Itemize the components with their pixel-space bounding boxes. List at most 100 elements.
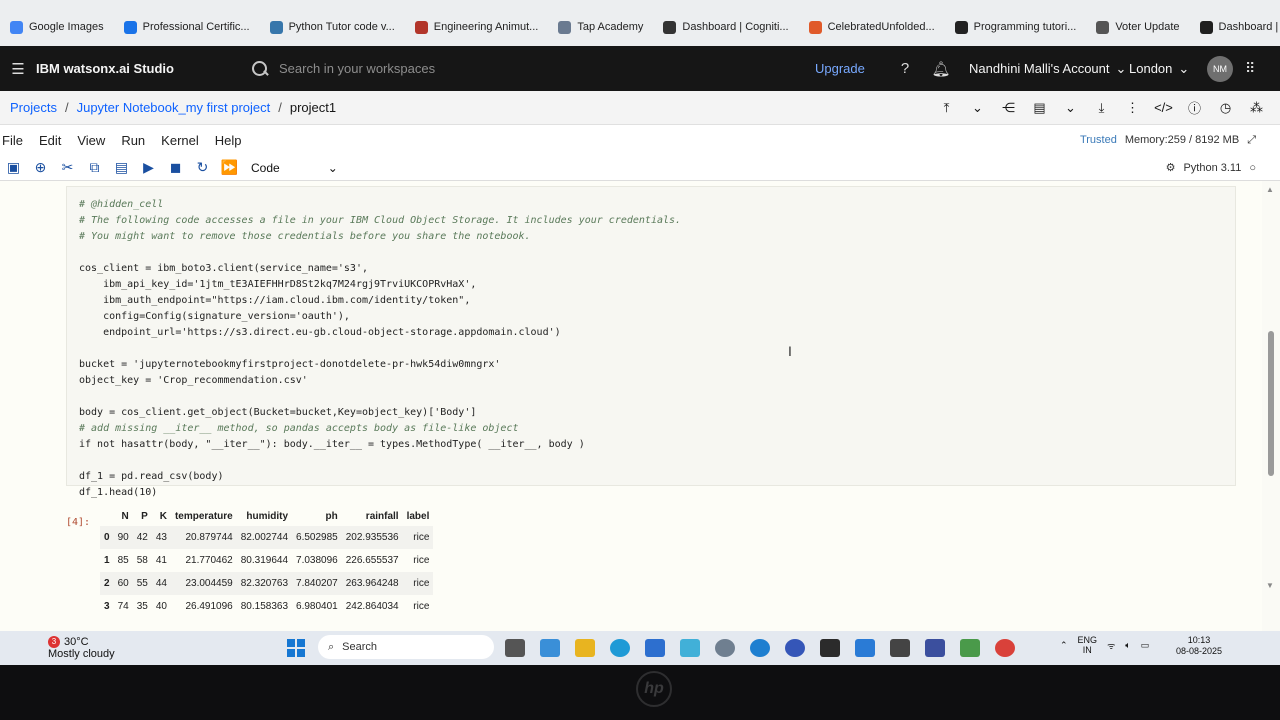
code-line: ibm_api_key_id='1jtm_tE3AIEFHHrD8St2kq7M… <box>79 279 477 290</box>
battery-icon[interactable]: ▭ <box>1141 640 1150 651</box>
bookmark-item[interactable]: Professional Certific... <box>114 20 260 34</box>
bookmark-item[interactable]: Google Images <box>0 20 114 34</box>
speaker-icon[interactable]: 🔈︎ <box>1125 640 1130 651</box>
notification-bell-icon[interactable]: 🔔︎ <box>923 60 959 78</box>
app-switcher-icon[interactable]: ⠿ <box>1245 60 1255 77</box>
dataframe-column-header: N <box>121 511 129 522</box>
menu-help[interactable]: Help <box>207 133 250 148</box>
chrome-icon[interactable] <box>995 639 1015 657</box>
widgets-icon[interactable] <box>540 639 560 657</box>
weather-widget[interactable]: 3 30°C Mostly cloudy <box>0 636 200 660</box>
chevron-down-icon: ⌄ <box>1178 60 1190 76</box>
region-code: IN <box>1082 645 1092 655</box>
share-icon[interactable]: ⋲ <box>993 100 1024 116</box>
edge-icon[interactable] <box>610 639 630 657</box>
kernel-status[interactable]: ⚙ Python 3.11 ○ <box>1166 161 1280 175</box>
app-icon[interactable] <box>785 639 805 657</box>
table-cell: rice <box>402 572 434 595</box>
bookmark-item[interactable]: CelebratedUnfolded... <box>799 20 945 34</box>
bookmark-item[interactable]: Engineering Animut... <box>405 20 549 34</box>
code-line: df_1.head(10) <box>79 487 158 498</box>
avatar[interactable]: NM <box>1207 55 1233 82</box>
expand-icon[interactable]: ⤢ <box>1247 134 1256 147</box>
menu-view[interactable]: View <box>69 133 113 148</box>
scroll-up-icon[interactable]: ▲ <box>1266 185 1274 194</box>
workspace-search[interactable]: Search in your workspaces <box>251 60 811 78</box>
taskbar-search[interactable]: ⌕ Search <box>318 635 494 659</box>
clock[interactable]: 10:13 08-08-2025 <box>1176 635 1222 657</box>
bookmark-item[interactable]: Voter Update <box>1086 20 1189 34</box>
restart-icon[interactable]: ↻ <box>189 159 216 176</box>
bookmark-favicon-icon <box>269 20 283 34</box>
app-icon[interactable] <box>890 639 910 657</box>
pycharm-icon[interactable] <box>820 639 840 657</box>
menu-run[interactable]: Run <box>113 133 153 148</box>
scrollbar-thumb[interactable] <box>1268 331 1274 476</box>
settings-icon[interactable] <box>715 639 735 657</box>
bookmark-favicon-icon <box>808 20 822 34</box>
download-icon[interactable]: ⤓ <box>1086 100 1117 116</box>
language-indicator[interactable]: ENG IN <box>1078 635 1098 655</box>
app-icon[interactable] <box>680 639 700 657</box>
copy-icon[interactable]: ⧉ <box>81 159 108 176</box>
bookmark-label: Professional Certific... <box>142 21 250 33</box>
chevron-down-icon[interactable]: ⌄ <box>1055 100 1086 116</box>
app-icon[interactable] <box>925 639 945 657</box>
paste-icon[interactable]: ▤ <box>108 159 135 176</box>
chevron-up-icon[interactable]: ⌃ <box>1060 640 1068 651</box>
code-snippets-icon[interactable]: </> <box>1148 100 1179 115</box>
windows-start-icon[interactable] <box>287 639 305 657</box>
weather-temp: 30°C <box>64 636 89 648</box>
code-line: # You might want to remove those credent… <box>79 231 531 242</box>
canva-icon[interactable] <box>750 639 770 657</box>
menu-file[interactable]: File <box>0 133 31 148</box>
chevron-down-icon: ⌄ <box>1115 60 1127 76</box>
info-icon[interactable]: ⓘ <box>1179 98 1210 117</box>
notebook-area[interactable]: # @hidden_cell # The following code acces… <box>0 181 1270 631</box>
cell-type-select[interactable]: Code ⌄ <box>251 161 338 175</box>
menu-icon[interactable]: ☰ <box>0 60 36 78</box>
breadcrumb-notebook[interactable]: Jupyter Notebook_my first project <box>77 100 271 115</box>
code-cell[interactable]: # @hidden_cell # The following code acces… <box>66 186 1236 498</box>
account-switcher[interactable]: Nandhini Malli's Account ⌄ <box>969 61 1129 77</box>
schedule-icon[interactable]: ▤ <box>1024 100 1055 116</box>
table-row: 2 60 55 44 23.004459 82.320763 7.840207 263.964… <box>100 572 434 595</box>
bookmark-item[interactable]: Python Tutor code v... <box>260 20 405 34</box>
run-icon[interactable]: ▶ <box>135 159 162 176</box>
help-icon[interactable]: ? <box>887 60 923 77</box>
notepad-icon[interactable] <box>960 639 980 657</box>
store-icon[interactable] <box>645 639 665 657</box>
scroll-down-icon[interactable]: ▼ <box>1266 581 1274 590</box>
bookmark-item[interactable]: Dashboard | Hacker... <box>1190 20 1280 34</box>
history-icon[interactable]: ◷ <box>1210 100 1241 116</box>
menu-edit[interactable]: Edit <box>31 133 69 148</box>
stop-icon[interactable]: ◼ <box>162 159 189 176</box>
task-view-icon[interactable] <box>505 639 525 657</box>
menu-kernel[interactable]: Kernel <box>153 133 207 148</box>
breadcrumb: Projects / Jupyter Notebook_my first pro… <box>0 100 336 115</box>
overflow-menu-icon[interactable]: ⋮ <box>1117 100 1148 116</box>
cut-icon[interactable]: ✂ <box>54 159 81 176</box>
breadcrumb-projects[interactable]: Projects <box>10 100 57 115</box>
vscode-icon[interactable] <box>855 639 875 657</box>
bookmark-item[interactable]: Tap Academy <box>548 20 653 34</box>
bookmark-item[interactable]: Dashboard | Cogniti... <box>653 20 798 34</box>
file-explorer-icon[interactable] <box>575 639 595 657</box>
table-cell: 7.038096 <box>296 555 338 566</box>
brand-name[interactable]: IBM watsonx.ai Studio <box>36 61 221 76</box>
chevron-down-icon[interactable]: ⌄ <box>962 100 993 116</box>
code-editor[interactable]: # @hidden_cell # The following code acces… <box>79 197 681 501</box>
kernel-name: Python 3.11 <box>1183 161 1242 174</box>
region-switcher[interactable]: London ⌄ <box>1129 61 1199 77</box>
publish-icon[interactable]: ⤒ <box>931 100 962 116</box>
save-icon[interactable]: ▣ <box>0 159 27 176</box>
wifi-icon[interactable]: ᯤ <box>1107 639 1115 652</box>
insert-cell-icon[interactable]: ⊕ <box>27 159 54 176</box>
run-all-icon[interactable]: ⏩ <box>216 159 243 176</box>
ibm-header: ☰ IBM watsonx.ai Studio Search in your w… <box>0 46 1280 91</box>
upgrade-link[interactable]: Upgrade <box>815 61 887 76</box>
trusted-indicator[interactable]: Trusted <box>1080 134 1117 147</box>
notebook-scrollbar[interactable]: ▲ ▼ <box>1262 181 1280 631</box>
bookmark-item[interactable]: Programming tutori... <box>945 20 1087 34</box>
data-icon[interactable]: ⁂ <box>1241 100 1272 116</box>
